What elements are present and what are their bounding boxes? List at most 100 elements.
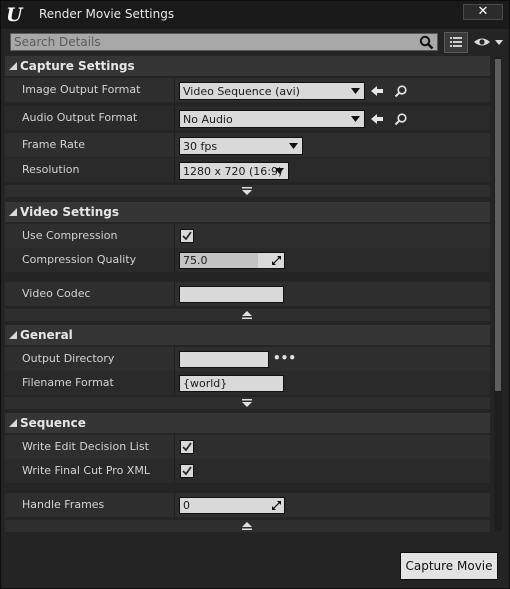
row-write-final-cut-pro-xml: Write Final Cut Pro XML <box>5 459 490 483</box>
property-label: Frame Rate <box>22 138 85 151</box>
property-label: Compression Quality <box>22 253 137 266</box>
reset-arrow-icon[interactable] <box>370 112 384 126</box>
reset-arrow-icon[interactable] <box>370 84 384 98</box>
spinbox-value: 0 <box>183 499 190 512</box>
field-value: {world} <box>183 377 228 390</box>
property-label: Use Compression <box>22 229 118 242</box>
category-video-settings[interactable]: Video Settings <box>5 202 490 222</box>
column-divider <box>174 106 175 130</box>
scrollbar-thumb[interactable] <box>495 59 501 391</box>
row-filename-format: Filename Format {world} <box>5 371 490 395</box>
category-title: Capture Settings <box>20 59 135 73</box>
output-directory-field[interactable] <box>179 351 269 368</box>
title-bar[interactable]: U Render Movie Settings ✕ <box>1 1 509 29</box>
property-label: Handle Frames <box>22 498 105 511</box>
property-label: Output Directory <box>22 352 115 365</box>
use-compression-checkbox[interactable] <box>180 229 194 243</box>
row-handle-frames: Handle Frames 0 <box>5 493 490 517</box>
expand-arrow-icon <box>242 399 252 407</box>
video-settings-advanced-toggle[interactable] <box>5 309 490 321</box>
audio-output-format-dropdown[interactable]: No Audio <box>179 110 365 128</box>
section-gap <box>5 483 490 491</box>
collapse-arrow-icon <box>242 311 252 319</box>
row-video-codec: Video Codec <box>5 282 490 306</box>
property-label: Resolution <box>22 163 80 176</box>
property-label: Audio Output Format <box>22 111 138 124</box>
row-resolution: Resolution 1280 x 720 (16:9) <box>5 158 490 182</box>
capture-movie-button[interactable]: Capture Movie <box>400 552 498 580</box>
collapse-triangle-icon <box>9 62 17 70</box>
property-label: Write Final Cut Pro XML <box>22 464 150 477</box>
browse-magnifier-icon[interactable] <box>394 112 408 126</box>
category-capture-settings[interactable]: Capture Settings <box>5 56 490 76</box>
list-view-icon <box>450 37 462 47</box>
column-divider <box>174 133 175 157</box>
collapse-triangle-icon <box>9 331 17 339</box>
view-options-button[interactable] <box>444 32 468 53</box>
dropdown-value: 1280 x 720 (16:9) <box>183 165 283 178</box>
category-title: Video Settings <box>20 205 119 219</box>
drag-grip-icon[interactable] <box>271 255 282 266</box>
checkmark-icon <box>182 466 192 476</box>
drag-grip-icon[interactable] <box>271 500 282 511</box>
frame-rate-dropdown[interactable]: 30 fps <box>179 137 303 155</box>
section-gap <box>5 272 490 280</box>
column-divider <box>174 282 175 306</box>
render-movie-settings-window: U Render Movie Settings ✕ Search Details… <box>0 0 510 589</box>
property-label: Image Output Format <box>22 83 141 96</box>
window-title: Render Movie Settings <box>39 7 175 21</box>
collapse-arrow-icon <box>242 522 252 530</box>
category-sequence[interactable]: Sequence <box>5 413 490 433</box>
collapse-triangle-icon <box>9 419 17 427</box>
property-label: Video Codec <box>22 287 91 300</box>
row-use-compression: Use Compression <box>5 224 490 248</box>
handle-frames-spinbox[interactable]: 0 <box>179 497 285 514</box>
row-compression-quality: Compression Quality 75.0 <box>5 248 490 272</box>
dropdown-value: No Audio <box>183 113 233 126</box>
browse-magnifier-icon[interactable] <box>394 84 408 98</box>
category-general[interactable]: General <box>5 325 490 345</box>
row-audio-output-format: Audio Output Format No Audio <box>5 106 490 130</box>
close-icon: ✕ <box>477 4 489 19</box>
checkmark-icon <box>182 231 192 241</box>
search-row <box>1 31 509 55</box>
expand-arrow-icon <box>242 187 252 195</box>
column-divider <box>174 371 175 395</box>
chevron-down-icon <box>351 116 360 122</box>
image-output-format-dropdown[interactable]: Video Sequence (avi) <box>179 82 365 100</box>
row-frame-rate: Frame Rate 30 fps <box>5 133 490 157</box>
dropdown-value: 30 fps <box>183 140 218 153</box>
search-input[interactable] <box>14 34 414 50</box>
category-title: Sequence <box>20 416 86 430</box>
column-divider <box>174 248 175 272</box>
resolution-dropdown[interactable]: 1280 x 720 (16:9) <box>179 162 289 180</box>
column-divider <box>174 78 175 102</box>
search-icon[interactable] <box>419 35 434 50</box>
column-divider <box>174 347 175 371</box>
write-fcp-xml-checkbox[interactable] <box>180 464 194 478</box>
column-divider <box>174 459 175 483</box>
column-divider <box>174 158 175 182</box>
general-advanced-toggle[interactable] <box>5 397 490 409</box>
details-panel[interactable]: Capture Settings Image Output Format Vid… <box>1 56 509 534</box>
footer: Capture Movie <box>1 534 509 588</box>
browse-folder-button[interactable]: ••• <box>273 351 296 365</box>
search-box[interactable] <box>10 33 438 51</box>
close-button[interactable]: ✕ <box>463 4 503 20</box>
column-divider <box>174 224 175 248</box>
visibility-filter-button[interactable] <box>473 34 507 50</box>
capture-settings-advanced-toggle[interactable] <box>5 185 490 197</box>
row-write-edit-decision-list: Write Edit Decision List <box>5 435 490 459</box>
dropdown-value: Video Sequence (avi) <box>183 85 300 98</box>
chevron-down-icon <box>351 88 360 94</box>
chevron-down-icon <box>289 143 298 149</box>
write-edl-checkbox[interactable] <box>180 440 194 454</box>
sequence-advanced-toggle[interactable] <box>5 520 490 532</box>
collapse-triangle-icon <box>9 208 17 216</box>
row-image-output-format: Image Output Format Video Sequence (avi) <box>5 78 490 102</box>
video-codec-field[interactable] <box>179 286 284 303</box>
slider-value: 75.0 <box>183 254 208 267</box>
compression-quality-slider[interactable]: 75.0 <box>179 252 285 269</box>
filename-format-field[interactable]: {world} <box>179 375 284 392</box>
property-label: Write Edit Decision List <box>22 440 149 453</box>
